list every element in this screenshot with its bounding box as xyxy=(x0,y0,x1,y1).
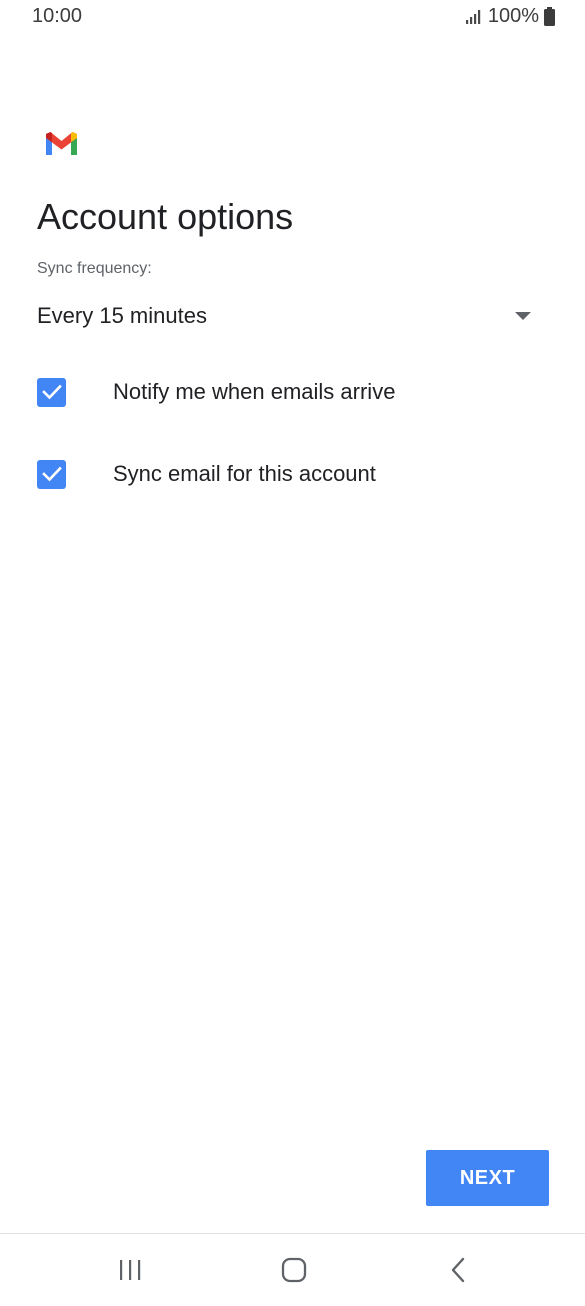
status-indicators: 100% xyxy=(465,5,555,28)
status-bar: 10:00 100% xyxy=(0,0,585,34)
sync-email-checkbox[interactable] xyxy=(37,459,66,489)
home-button[interactable] xyxy=(274,1252,314,1288)
sync-frequency-value: Every 15 minutes xyxy=(37,303,207,328)
notify-option-label: Notify me when emails arrive xyxy=(113,379,396,404)
checkmark-icon xyxy=(41,384,62,400)
signal-icon xyxy=(465,9,481,24)
sync-email-option-row[interactable]: Sync email for this account xyxy=(37,454,547,494)
notify-checkbox[interactable] xyxy=(37,377,66,407)
dropdown-arrow-icon xyxy=(515,312,531,320)
home-icon xyxy=(281,1257,307,1283)
status-time: 10:00 xyxy=(32,5,83,27)
back-button[interactable] xyxy=(438,1252,478,1288)
sync-frequency-label: Sync frequency: xyxy=(37,260,152,277)
checkmark-icon xyxy=(41,466,62,482)
notify-option-row[interactable]: Notify me when emails arrive xyxy=(37,372,547,412)
next-button[interactable]: NEXT xyxy=(426,1150,549,1206)
recents-button[interactable] xyxy=(110,1252,150,1288)
sync-email-option-label: Sync email for this account xyxy=(113,461,376,486)
system-nav-bar xyxy=(0,1234,585,1306)
recents-icon xyxy=(120,1260,141,1280)
gmail-logo-icon xyxy=(46,132,77,155)
battery-percent: 100% xyxy=(487,5,539,27)
sync-frequency-dropdown[interactable]: Every 15 minutes xyxy=(37,296,537,336)
page-title: Account options xyxy=(37,196,294,237)
battery-icon xyxy=(544,7,555,26)
back-icon xyxy=(451,1257,465,1283)
